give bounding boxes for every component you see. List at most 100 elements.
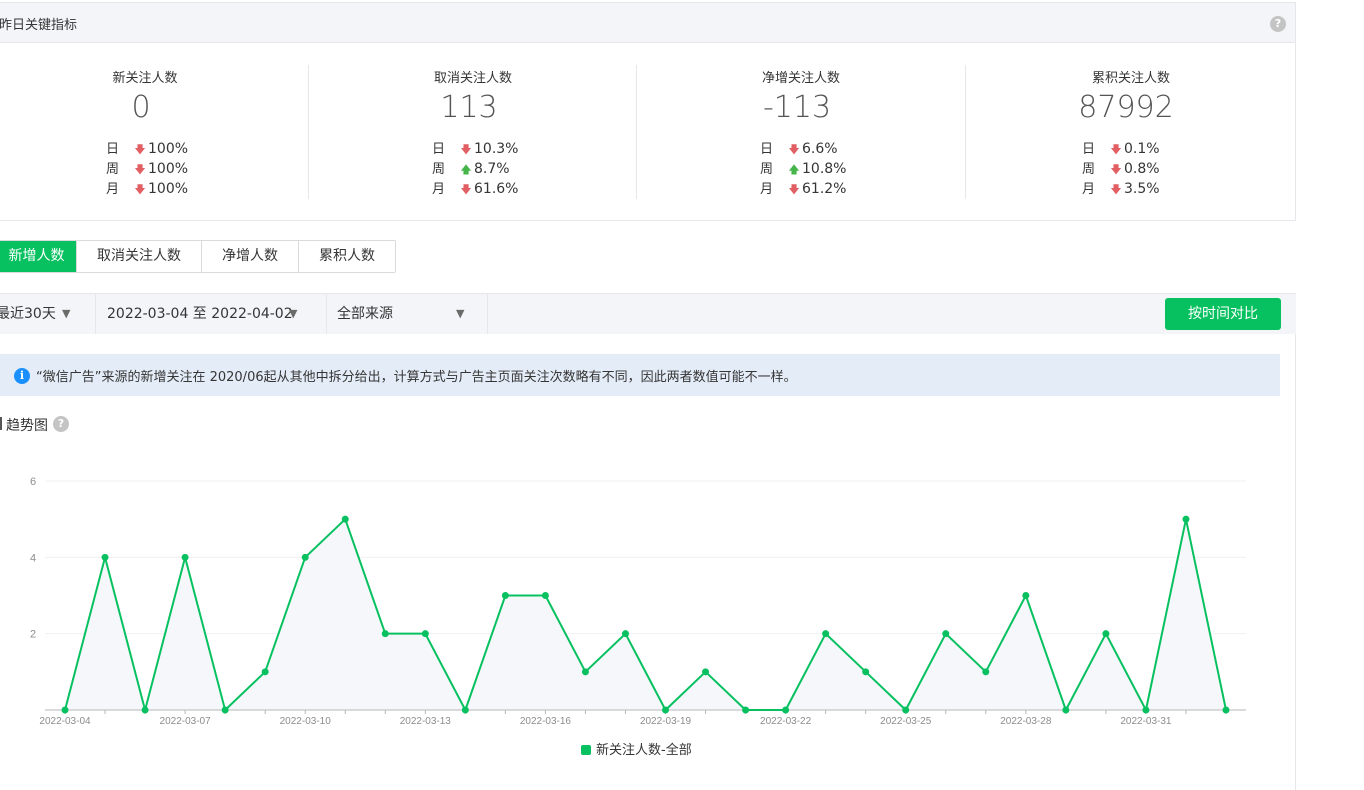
data-point: [1022, 592, 1030, 599]
date-range-picker[interactable]: 2022-03-04 至 2022-04-02 ▼: [96, 294, 327, 334]
arrow-down-icon: 🡇: [1110, 163, 1122, 176]
range-select[interactable]: 最近30天 ▼: [0, 294, 96, 334]
arrow-down-icon: 🡇: [1110, 143, 1122, 156]
kpi-row-label: 日: [106, 142, 120, 157]
data-point: [61, 706, 69, 714]
x-tick-label: 2022-03-22: [760, 716, 812, 727]
kpi-row-label: 周: [106, 162, 120, 177]
tab-unfollowers[interactable]: 取消关注人数: [77, 241, 202, 272]
trend-title: 趋势图: [6, 418, 48, 434]
x-tick-label: 2022-03-07: [160, 716, 212, 727]
range-select-value: 最近30天: [0, 306, 56, 322]
kpi-row-week: 周 🡇 0.8%: [1082, 159, 1160, 179]
data-point: [982, 668, 990, 676]
data-point: [1142, 706, 1150, 714]
data-point: [221, 706, 229, 714]
arrow-down-icon: 🡇: [1110, 183, 1122, 196]
kpi-value: 87992: [1078, 90, 1174, 125]
caret-down-icon: ▼: [289, 307, 298, 320]
kpi-row-day: 日 🡇 10.3%: [432, 139, 518, 159]
data-point: [942, 630, 950, 638]
data-point: [261, 668, 269, 676]
data-point: [141, 706, 149, 714]
data-point: [902, 706, 910, 714]
kpi-row-pct: 10.3%: [474, 141, 519, 157]
kpi-row-label: 日: [1082, 142, 1096, 157]
tab-total-followers[interactable]: 累积人数: [299, 241, 395, 272]
caret-down-icon: ▼: [62, 307, 71, 320]
help-icon[interactable]: ?: [53, 416, 69, 432]
content-border: [1295, 334, 1296, 790]
arrow-up-icon: 🡅: [788, 163, 800, 176]
kpi-row-label: 日: [760, 142, 774, 157]
x-tick-label: 2022-03-25: [880, 716, 932, 727]
kpi-row-month: 月 🡇 61.6%: [432, 179, 518, 199]
data-point: [822, 630, 830, 638]
metric-tabs: 新增人数 取消关注人数 净增人数 累积人数: [0, 240, 396, 273]
x-tick-label: 2022-03-10: [280, 716, 332, 727]
kpi-row-week: 周 🡇 100%: [106, 159, 188, 179]
data-point: [341, 515, 349, 523]
compare-by-time-button[interactable]: 按时间对比: [1165, 298, 1281, 330]
data-point: [702, 668, 710, 676]
panel-title: 昨日关键指标: [0, 18, 78, 33]
source-select-value: 全部来源: [337, 306, 393, 322]
kpi-row-pct: 61.2%: [802, 181, 847, 197]
x-tick-label: 2022-03-31: [1120, 716, 1172, 727]
kpi-row-week: 周 🡅 10.8%: [760, 159, 846, 179]
data-point: [101, 553, 109, 561]
kpi-row-month: 月 🡇 100%: [106, 179, 188, 199]
data-point: [581, 668, 589, 676]
data-point: [1182, 515, 1190, 523]
data-point: [662, 706, 670, 714]
kpi-row-pct: 8.7%: [474, 161, 510, 177]
series-area: [65, 519, 1226, 710]
trend-chart: 2 4 6 2022-03-04 2022-03-07 2022-03-10 2022-03…: [30, 476, 1246, 727]
kpi-name: 累积关注人数: [1091, 71, 1171, 86]
data-point: [541, 592, 549, 599]
data-point: [621, 630, 629, 638]
info-icon: i: [14, 368, 30, 384]
kpi-row-pct: 6.6%: [802, 141, 838, 157]
filter-bar: 最近30天 ▼ 2022-03-04 至 2022-04-02 ▼ 全部来源 ▼…: [0, 293, 1296, 334]
caret-down-icon: ▼: [456, 307, 465, 320]
kpi-value: 113: [440, 90, 498, 125]
kpi-value: 0: [131, 90, 151, 125]
data-point: [421, 630, 429, 638]
kpi-name: 取消关注人数: [433, 71, 513, 86]
data-point: [862, 668, 870, 676]
kpi-divider: [636, 65, 637, 199]
kpi-divider: [308, 65, 309, 199]
kpi-row-label: 周: [432, 162, 446, 177]
x-tick-label: 2022-03-19: [640, 716, 692, 727]
kpi-divider: [965, 65, 966, 199]
notice-banner: i “微信广告”来源的新增关注在 2020/06起从其他中拆分给出，计算方式与广…: [0, 354, 1280, 396]
arrow-down-icon: 🡇: [788, 183, 800, 196]
key-metrics-panel: 昨日关键指标 ? 新关注人数 0 日 🡇 100% 周 🡇 100% 月 🡇 100% 取消…: [0, 2, 1296, 221]
data-point: [782, 706, 790, 714]
panel-header: 昨日关键指标 ?: [0, 3, 1295, 43]
tab-new-followers[interactable]: 新增人数: [0, 241, 77, 272]
kpi-row-pct: 0.1%: [1124, 141, 1160, 157]
help-icon[interactable]: ?: [1270, 16, 1286, 32]
kpi-row-pct: 0.8%: [1124, 161, 1160, 177]
chart-legend[interactable]: 新关注人数-全部: [581, 739, 692, 758]
kpi-row-month: 月 🡇 3.5%: [1082, 179, 1160, 199]
data-point: [381, 630, 389, 638]
source-select[interactable]: 全部来源 ▼: [327, 294, 488, 334]
legend-swatch: [581, 745, 591, 755]
kpi-row-pct: 100%: [148, 141, 189, 157]
arrow-down-icon: 🡇: [134, 163, 146, 176]
kpi-row-week: 周 🡅 8.7%: [432, 159, 510, 179]
arrow-down-icon: 🡇: [134, 183, 146, 196]
kpi-row-month: 月 🡇 61.2%: [760, 179, 846, 199]
kpi-row-day: 日 🡇 100%: [106, 139, 188, 159]
x-tick-label: 2022-03-13: [400, 716, 452, 727]
x-tick-label: 2022-03-28: [1000, 716, 1052, 727]
kpi-row-pct: 3.5%: [1124, 181, 1160, 197]
kpi-row-label: 月: [760, 182, 774, 197]
arrow-down-icon: 🡇: [460, 183, 472, 196]
tab-net-growth[interactable]: 净增人数: [202, 241, 299, 272]
section-marker: [0, 417, 2, 430]
kpi-row-label: 月: [106, 182, 120, 197]
